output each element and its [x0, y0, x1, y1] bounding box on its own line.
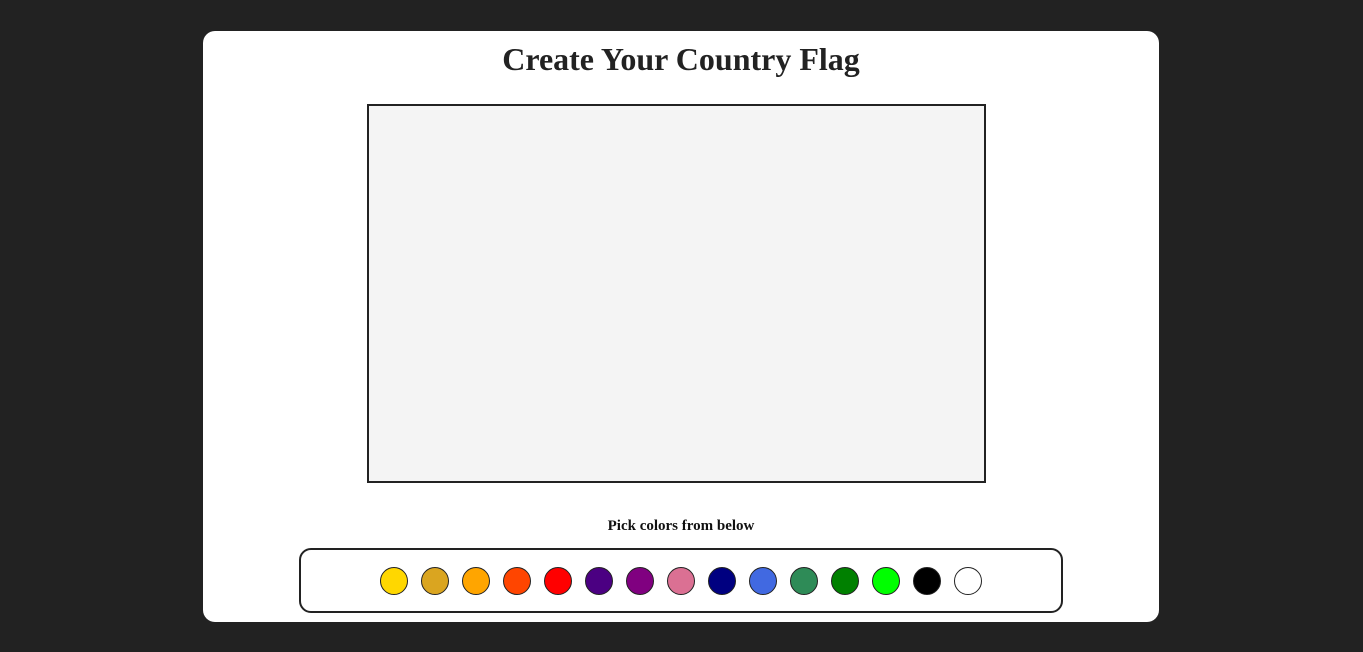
- color-swatch[interactable]: [667, 566, 695, 595]
- color-swatch[interactable]: [872, 566, 900, 595]
- color-swatch[interactable]: [626, 566, 654, 595]
- color-swatch[interactable]: [462, 566, 490, 595]
- color-swatch[interactable]: [708, 566, 736, 595]
- color-swatch[interactable]: [585, 566, 613, 595]
- color-swatch[interactable]: [544, 566, 572, 595]
- pick-colors-label: Pick colors from below: [607, 518, 755, 534]
- color-swatch[interactable]: [913, 566, 941, 595]
- color-swatch[interactable]: [421, 566, 449, 595]
- color-swatch[interactable]: [954, 566, 982, 595]
- color-swatch[interactable]: [790, 566, 818, 595]
- color-palette: [299, 548, 1063, 613]
- page-title: Create Your Country Flag: [502, 41, 860, 77]
- color-swatch[interactable]: [831, 566, 859, 595]
- color-swatch[interactable]: [749, 566, 777, 595]
- flag-canvas[interactable]: [367, 104, 986, 483]
- color-swatch[interactable]: [380, 566, 408, 595]
- flag-card: Create Your Country Flag Pick colors fro…: [203, 31, 1159, 622]
- color-swatch[interactable]: [503, 566, 531, 595]
